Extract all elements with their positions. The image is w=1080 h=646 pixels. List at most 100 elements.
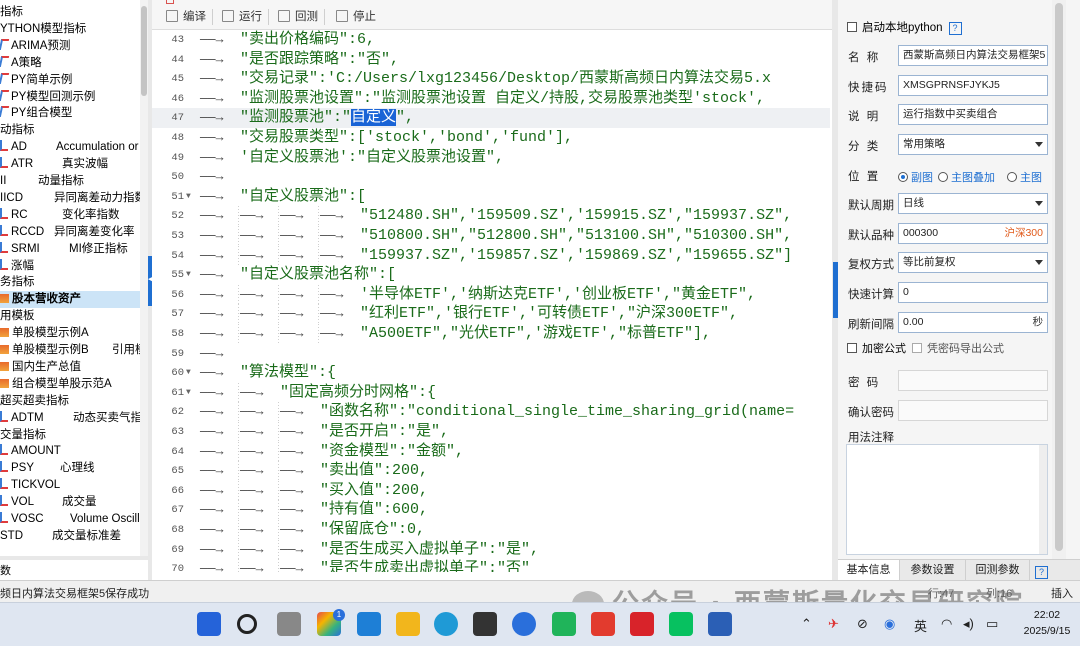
- tree-item[interactable]: PY简单示例: [0, 72, 147, 89]
- run-button[interactable]: 运行: [222, 8, 262, 26]
- fold-toggle-icon[interactable]: ▼: [186, 265, 191, 285]
- wechat-icon[interactable]: [669, 612, 693, 636]
- backtest-button[interactable]: 回测: [278, 8, 318, 26]
- code-line[interactable]: 59 ——→: [152, 344, 830, 364]
- tree-scroll-thumb[interactable]: [141, 6, 147, 96]
- stop-button[interactable]: 停止: [336, 8, 376, 26]
- props-scrollbar[interactable]: [1052, 0, 1066, 560]
- tree-item[interactable]: 用模板: [0, 308, 147, 325]
- fold-toggle-icon[interactable]: ▼: [186, 363, 191, 383]
- code-line[interactable]: 43 ——→ "卖出价格编码":6,: [152, 30, 830, 50]
- compile-button[interactable]: 编译: [166, 8, 206, 26]
- position-radio-subchart[interactable]: 副图: [898, 169, 933, 185]
- code-line[interactable]: 53 ——→ ——→ ——→ ——→ "510800.SH","512800.SH","5…: [152, 226, 830, 246]
- code-line[interactable]: 46 ——→ "监测股票池设置":"监测股票池设置 自定义/持股,交易股票池类型's…: [152, 89, 830, 109]
- code-line[interactable]: 57 ——→ ——→ ——→ ——→ "红利ETF",'银行ETF','可转债ETF',"…: [152, 304, 830, 324]
- tree-item[interactable]: 超买超卖指标: [0, 393, 147, 410]
- input-method-indicator[interactable]: 英: [914, 616, 927, 635]
- props-scroll-thumb[interactable]: [1055, 3, 1063, 551]
- code-line[interactable]: 63 ——→ ——→ ——→ "是否开启":"是",: [152, 422, 830, 442]
- tray-security-icon[interactable]: ◉: [884, 616, 895, 632]
- trading-app-icon[interactable]: [708, 612, 732, 636]
- fold-toggle-icon[interactable]: ▼: [186, 383, 191, 403]
- notes-textarea[interactable]: [846, 444, 1048, 555]
- wps-icon[interactable]: [591, 612, 615, 636]
- code-line[interactable]: 66 ——→ ——→ ——→ "买入值":200,: [152, 480, 830, 501]
- code-line[interactable]: 68 ——→ ——→ ——→ "保留底仓":0,: [152, 520, 830, 540]
- edge-ai-icon[interactable]: [512, 612, 536, 636]
- volume-icon[interactable]: ◂): [963, 616, 974, 632]
- tree-item[interactable]: ARIMA预测: [0, 38, 147, 55]
- task-view-icon[interactable]: [277, 612, 301, 636]
- enable-local-python-checkbox[interactable]: 启动本地python?: [847, 19, 962, 35]
- tree-item[interactable]: 动指标: [0, 122, 147, 139]
- tree-item[interactable]: 单股模型示例B 引用模: [0, 342, 147, 359]
- notes-scrollbar[interactable]: [1039, 445, 1047, 554]
- battery-icon[interactable]: ▭: [986, 616, 998, 632]
- encrypt-checkbox[interactable]: 加密公式: [847, 340, 906, 356]
- export-checkbox[interactable]: 凭密码导出公式: [912, 340, 1004, 356]
- tree-item[interactable]: STD 成交量标准差: [0, 528, 147, 545]
- code-line[interactable]: 55 ▼ ——→ "自定义股票池名称":[: [152, 265, 830, 285]
- tree-item[interactable]: IICD 异同离差动力指数: [0, 190, 147, 207]
- radio-selected-icon[interactable]: [898, 172, 908, 182]
- checkbox-icon[interactable]: [847, 22, 857, 32]
- code-line[interactable]: 64 ——→ ——→ ——→ "资金模型":"金额",: [152, 441, 830, 462]
- checkbox-icon[interactable]: [912, 343, 922, 353]
- code-editor[interactable]: 43 ——→ "卖出价格编码":6, 44 ——→ "是否跟踪策略":"否", 45 ——→ "…: [152, 30, 830, 572]
- code-line[interactable]: 60 ▼ ——→ "算法模型":{: [152, 363, 830, 383]
- tree-item[interactable]: VOL 成交量: [0, 494, 147, 511]
- tree-item[interactable]: TICKVOL: [0, 477, 147, 494]
- tree-item[interactable]: 务指标: [0, 274, 147, 291]
- tree-item[interactable]: 指标: [0, 4, 147, 21]
- checkbox-icon[interactable]: [847, 343, 857, 353]
- tree-item[interactable]: A策略: [0, 55, 147, 72]
- refresh-field[interactable]: 0.00 秒: [898, 312, 1048, 333]
- fold-toggle-icon[interactable]: ▼: [186, 187, 191, 207]
- tree-item[interactable]: PY模型回测示例: [0, 89, 147, 106]
- selected-text[interactable]: 自定义: [351, 109, 397, 127]
- confirm-password-field[interactable]: [898, 400, 1048, 421]
- tab-basic-info[interactable]: 基本信息: [838, 560, 900, 581]
- code-line[interactable]: 67 ——→ ——→ ——→ "持有值":600,: [152, 500, 830, 520]
- category-select[interactable]: 常用策略: [898, 134, 1048, 155]
- code-line[interactable]: 61 ▼ ——→ ——→ "固定高频分时网格":{: [152, 382, 830, 403]
- help-icon[interactable]: ?: [948, 22, 962, 35]
- outlook-icon[interactable]: [357, 612, 381, 636]
- tree-item[interactable]: YTHON模型指标: [0, 21, 147, 38]
- tree-item[interactable]: PSY 心理线: [0, 460, 147, 477]
- code-line[interactable]: 44 ——→ "是否跟踪策略":"否",: [152, 50, 830, 70]
- position-radio-main[interactable]: 主图: [1007, 169, 1042, 185]
- period-select[interactable]: 日线: [898, 193, 1048, 214]
- code-line[interactable]: 65 ——→ ——→ ——→ "卖出值":200,: [152, 461, 830, 481]
- file-explorer-icon[interactable]: [396, 612, 420, 636]
- tab-backtest-params[interactable]: 回测参数: [966, 560, 1030, 581]
- code-line[interactable]: 45 ——→ "交易记录":'C:/Users/lxg123456/Desktop/…: [152, 69, 830, 89]
- tree-item[interactable]: 组合模型单股示范A: [0, 376, 147, 393]
- tree-item[interactable]: ADTM 动态买卖气指标: [0, 410, 147, 427]
- tree-item[interactable]: 国内生产总值: [0, 359, 147, 376]
- tree-item[interactable]: 股本营收资产: [0, 291, 147, 309]
- wifi-icon[interactable]: ◠: [941, 616, 952, 632]
- office-icon[interactable]: [630, 612, 654, 636]
- tree-item[interactable]: ATR 真实波幅: [0, 156, 147, 173]
- adjust-select[interactable]: 等比前复权: [898, 252, 1048, 273]
- code-line[interactable]: 62 ——→ ——→ ——→ "函数名称":"conditional_single_ti…: [152, 402, 830, 422]
- code-line[interactable]: 58 ——→ ——→ ——→ ——→ "A500ETF","光伏ETF",'游戏ETF',…: [152, 324, 830, 344]
- code-line[interactable]: 54 ——→ ——→ ——→ ——→ "159937.SZ",'159857.SZ','1…: [152, 245, 830, 266]
- tree-item[interactable]: VOSC Volume Oscilla: [0, 511, 147, 528]
- terminal-icon[interactable]: [473, 612, 497, 636]
- tree-item[interactable]: AMOUNT: [0, 443, 147, 460]
- code-line[interactable]: 50 ——→: [152, 167, 830, 187]
- chat-app-icon[interactable]: [552, 612, 576, 636]
- code-line[interactable]: 70 ——→ ——→ ——→ "是否生成卖出虚拟单子":"否": [152, 559, 830, 572]
- tree-item[interactable]: AD Accumulation or: [0, 139, 147, 156]
- code-line[interactable]: 48 ——→ "交易股票类型":['stock','bond','fund'],: [152, 128, 830, 148]
- system-clock[interactable]: 22:02 2025/9/15: [1016, 607, 1078, 639]
- password-field[interactable]: [898, 370, 1048, 391]
- windows-start-icon[interactable]: [197, 612, 221, 636]
- tree-item[interactable]: PY组合模型: [0, 105, 147, 122]
- code-line[interactable]: 51 ▼ ——→ "自定义股票池":[: [152, 187, 830, 207]
- symbol-field[interactable]: 000300 沪深300: [898, 223, 1048, 244]
- formula-tree[interactable]: 指标 YTHON模型指标 ARIMA预测 A策略 PY简单示例 PY模型回测示例 PY组合模…: [0, 0, 148, 560]
